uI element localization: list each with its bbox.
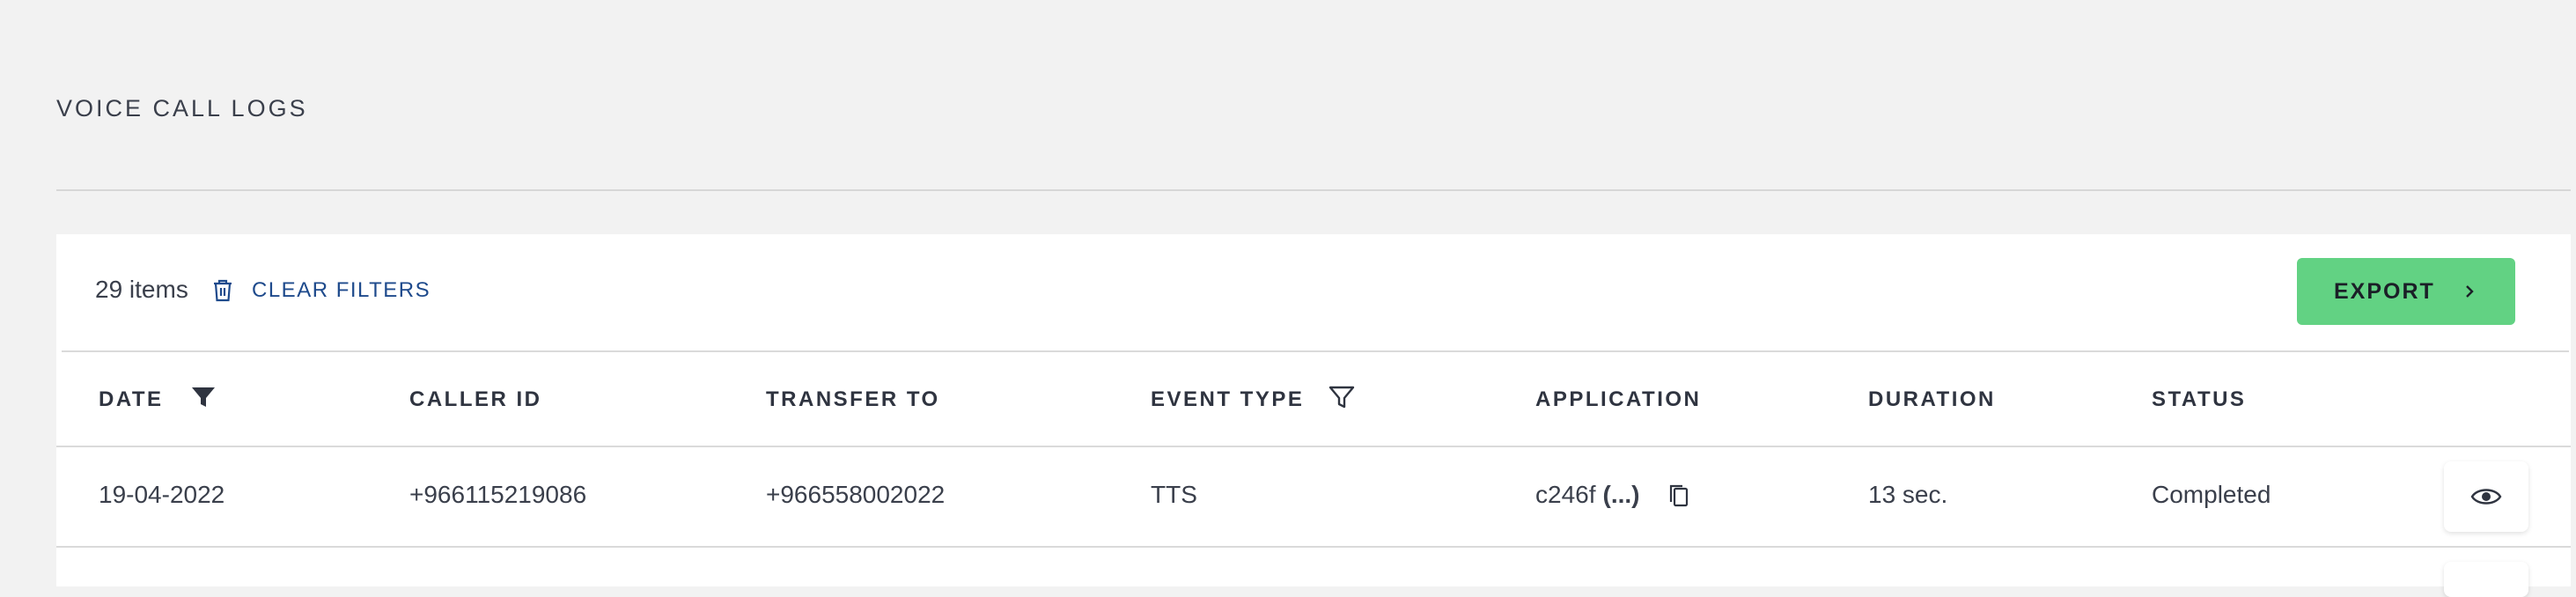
title-divider	[56, 189, 2571, 191]
column-header-transfer-to[interactable]: TRANSFER TO	[766, 387, 940, 412]
cell-caller-id: +966115219086	[409, 481, 587, 508]
table-toolbar: 29 items CLEAR FILTERS EXPORT	[56, 234, 2571, 350]
clear-filters-button[interactable]: CLEAR FILTERS	[252, 278, 431, 303]
filter-active-icon[interactable]	[188, 382, 218, 412]
cell-status: Completed	[2152, 481, 2271, 508]
cell-duration: 13 sec.	[1868, 481, 1948, 508]
column-header-caller-id[interactable]: CALLER ID	[409, 387, 542, 412]
application-ellipsis[interactable]: (...)	[1603, 481, 1640, 508]
next-row-view-button[interactable]	[2444, 562, 2528, 597]
trash-icon[interactable]	[211, 278, 234, 303]
filter-icon[interactable]	[1327, 382, 1357, 412]
table-row: 19-04-2022 +966115219086 +966558002022 T…	[56, 447, 2571, 546]
cell-transfer-to: +966558002022	[766, 481, 946, 508]
column-header-event-type[interactable]: EVENT TYPE	[1151, 387, 1304, 412]
cell-date: 19-04-2022	[99, 481, 225, 508]
row-separator	[56, 546, 2571, 548]
application-id: c246f	[1535, 481, 1596, 508]
export-button[interactable]: EXPORT	[2297, 258, 2515, 325]
items-count: 29 items	[95, 276, 188, 303]
eye-icon	[2470, 489, 2502, 505]
copy-icon[interactable]	[1667, 483, 1690, 509]
column-header-application[interactable]: APPLICATION	[1535, 387, 1701, 412]
cell-application: c246f (...)	[1535, 481, 1640, 509]
page-title: VOICE CALL LOGS	[56, 95, 308, 122]
table-header: DATE CALLER ID TRANSFER TO EVENT TYPE AP…	[56, 352, 2571, 446]
view-details-button[interactable]	[2444, 461, 2528, 532]
cell-event-type: TTS	[1151, 481, 1197, 508]
column-header-duration[interactable]: DURATION	[1868, 387, 1996, 412]
call-logs-card: 29 items CLEAR FILTERS EXPORT DATE CALLE…	[56, 234, 2571, 597]
export-label: EXPORT	[2334, 279, 2435, 304]
column-header-status[interactable]: STATUS	[2152, 387, 2246, 412]
column-header-date[interactable]: DATE	[99, 387, 164, 412]
chevron-right-icon	[2466, 285, 2474, 298]
